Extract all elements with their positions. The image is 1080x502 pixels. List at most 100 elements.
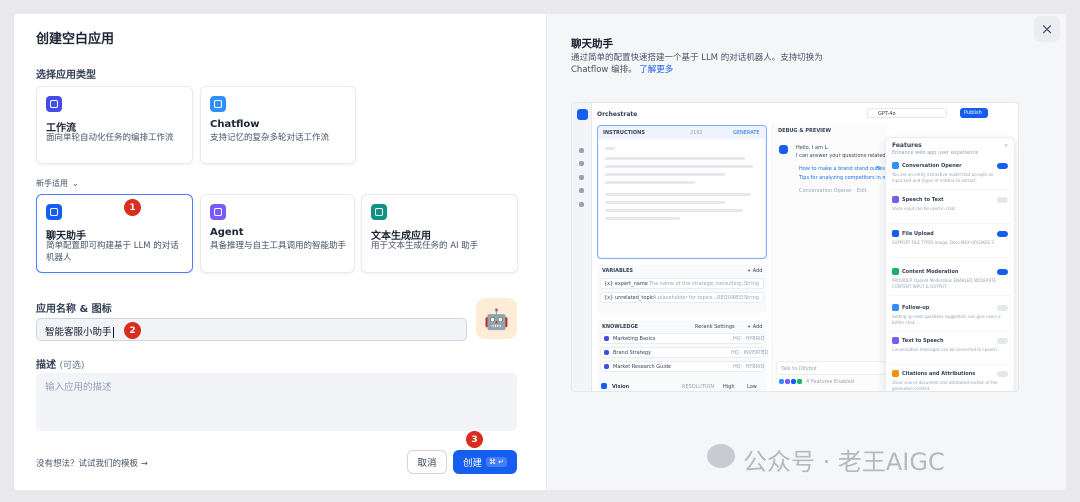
preview-panel: × 聊天助手 通过简单的配置快速搭建一个基于 LLM 的对话机器人。支持切换为 … — [546, 14, 1066, 490]
type-card-workflow[interactable]: 工作流 面向单轮自动化任务的编排工作流 — [36, 86, 193, 164]
mock-features-title: Features — [892, 142, 922, 149]
mock-kb-name: Market Research Guide — [613, 364, 671, 370]
mock-publish-button: Publish — [960, 108, 988, 118]
mock-feature-toggle — [997, 305, 1008, 311]
mock-kb-name: Brand Strategy — [613, 350, 651, 356]
type-card-name: Agent — [210, 227, 244, 238]
close-icon[interactable]: × — [1034, 16, 1060, 42]
mock-greeting2: I can answer your questions related — [796, 153, 886, 159]
mock-feature-row: Content Moderation PROVIDER OpenAI Modera… — [890, 266, 1011, 296]
mock-feature-icon — [892, 304, 899, 311]
chevron-down-icon: ⌄ — [72, 179, 79, 188]
mock-feature-name: Conversation Opener — [902, 163, 962, 169]
mock-feature-icon — [892, 162, 899, 169]
mock-feature-desc: Show source document and attributed sect… — [892, 380, 998, 391]
mock-suggestion: Bes — [876, 166, 886, 172]
mock-kb-row: Brand Strategy HQ · INVERTED — [600, 347, 768, 358]
create-app-form: 创建空白应用 选择应用类型 工作流 面向单轮自动化任务的编排工作流 Chatfl… — [14, 14, 546, 490]
mock-kb-tag: HQ · HYBRID — [733, 336, 765, 342]
mock-feature-toggle — [997, 371, 1008, 377]
create-button[interactable]: 创建 ⌘ ↵ — [453, 450, 517, 474]
type-card-desc: 支持记忆的复杂多轮对话工作流 — [210, 133, 330, 143]
mock-publish-label: Publish — [964, 110, 982, 116]
mock-var-row: {x} expert_name The name of the strategi… — [600, 278, 764, 289]
workflow-icon — [46, 96, 62, 112]
mock-nav-icon — [579, 188, 584, 193]
wechat-icon — [707, 444, 735, 468]
mock-kb-row: Marketing Basics HQ · HYBRID — [600, 333, 765, 344]
app-name-input[interactable]: 智能客服小助手 — [36, 318, 467, 341]
beginner-toggle[interactable]: 新手适用 ⌄ — [36, 178, 79, 189]
mock-bot-avatar — [779, 145, 788, 154]
type-card-agent[interactable]: Agent 具备推理与自主工具调用的智能助手 — [200, 194, 355, 273]
mock-vision-label: Vision — [612, 384, 630, 390]
create-app-dialog: 创建空白应用 选择应用类型 工作流 面向单轮自动化任务的编排工作流 Chatfl… — [14, 14, 1066, 490]
template-link[interactable]: 没有想法？试试我们的模板 → — [36, 457, 148, 469]
cancel-button[interactable]: 取消 — [407, 450, 447, 474]
type-card-desc: 具备推理与自主工具调用的智能助手 — [210, 241, 347, 251]
mock-conv-opener: Conversation Opener · Edit — [799, 188, 867, 194]
mock-feature-name: Content Moderation — [902, 269, 959, 275]
mock-var-required: REQUIRED — [717, 295, 744, 301]
app-preview-image: Orchestrate GPT-4o Publish INSTRUCTIONS … — [571, 102, 1019, 392]
mock-feature-name: Follow-up — [902, 305, 930, 311]
mock-feature-toggle — [997, 163, 1008, 169]
type-card-text-generator[interactable]: 文本生成应用 用于文本生成任务的 AI 助手 — [361, 194, 518, 273]
mock-feature-desc: You are an entity extractive model that … — [892, 172, 994, 183]
mock-nav-icon — [579, 202, 584, 207]
learn-more-link[interactable]: 了解更多 — [639, 65, 673, 75]
mock-feature-desc: Voice input can be used in chat. — [892, 206, 957, 211]
type-card-name: Chatflow — [210, 119, 260, 130]
mock-debug-panel: DEBUG & PREVIEW Hello, I am L. I can ans… — [772, 123, 900, 391]
preview-desc-line2: Chatflow 编排。 了解更多 — [571, 64, 823, 76]
type-card-chatbot[interactable]: 聊天助手 简单配置即可构建基于 LLM 的对话机器人 — [36, 194, 193, 273]
mock-var-name: {x} expert_name — [604, 281, 648, 287]
mock-nav-icon — [579, 161, 584, 166]
mock-debug-label: DEBUG & PREVIEW — [778, 128, 831, 134]
type-card-desc: 面向单轮自动化任务的编排工作流 — [46, 133, 174, 143]
mock-var-type: String — [744, 295, 759, 301]
mock-suggestion: How to make a brand stand out? — [799, 166, 881, 172]
chatflow-icon — [210, 96, 226, 112]
mock-talk: Talk to Difybot — [781, 366, 817, 372]
mock-feature-name: Text to Speech — [902, 338, 944, 344]
step-badge-2: 2 — [124, 322, 141, 339]
mock-feature-row: Citations and Attributions Show source do… — [890, 368, 1011, 391]
preview-desc-line2-text: Chatflow 编排。 — [571, 65, 637, 75]
text-generator-icon — [371, 204, 387, 220]
chatbot-icon — [46, 204, 62, 220]
app-icon-picker[interactable]: 🤖 — [476, 298, 517, 339]
dialog-title: 创建空白应用 — [36, 32, 115, 47]
mock-nav-icon — [579, 148, 584, 153]
mock-feature-row: Text to Speech Conversation messages can … — [890, 335, 1011, 365]
app-description-input[interactable]: 输入应用的描述 — [36, 373, 517, 431]
mock-feature-icon — [892, 337, 899, 344]
mock-feature-desc: Setting up next questions suggestion can… — [892, 314, 1001, 325]
mock-knowledge: KNOWLEDGE Rerank Settings + Add Marketin… — [597, 321, 768, 381]
mock-kb-row: Market Research Guide HQ · HYBRID — [600, 361, 765, 372]
mock-low: Low — [747, 384, 757, 390]
mock-header: Orchestrate — [597, 111, 638, 118]
type-card-chatflow[interactable]: Chatflow 支持记忆的复杂多轮对话工作流 — [200, 86, 356, 164]
desc-label-text: 描述 — [36, 360, 56, 371]
mock-feature-icon — [892, 370, 899, 377]
mock-feature-name: Citations and Attributions — [902, 371, 976, 377]
type-card-desc: 用于文本生成任务的 AI 助手 — [371, 241, 479, 251]
mock-kb-name: Marketing Basics — [613, 336, 656, 342]
mock-feature-toggle — [997, 269, 1008, 275]
mock-feature-toggle — [997, 231, 1008, 237]
mock-var-row: {x} unrelated_topic A placeholder for to… — [600, 292, 764, 303]
mock-sidebar — [572, 103, 592, 391]
mock-greeting1: Hello, I am L. — [796, 145, 829, 151]
mock-feature-name: Speech to Text — [902, 197, 944, 203]
mock-feature-desc: Conversation messages can be converted t… — [892, 347, 999, 352]
mock-add: + Add — [747, 268, 763, 274]
agent-icon — [210, 204, 226, 220]
mock-kb-tag: HQ · INVERTED — [731, 350, 769, 356]
mock-feature-row: Conversation Opener You are an entity ext… — [890, 160, 1011, 190]
mock-feature-desc: PROVIDER OpenAI Moderation ENABLED MODER… — [892, 278, 996, 289]
mock-nav-icon — [579, 175, 584, 180]
mock-generate: GENERATE — [733, 130, 760, 136]
mock-prompt-area — [599, 139, 765, 257]
mock-rerank: Rerank Settings — [695, 324, 735, 330]
